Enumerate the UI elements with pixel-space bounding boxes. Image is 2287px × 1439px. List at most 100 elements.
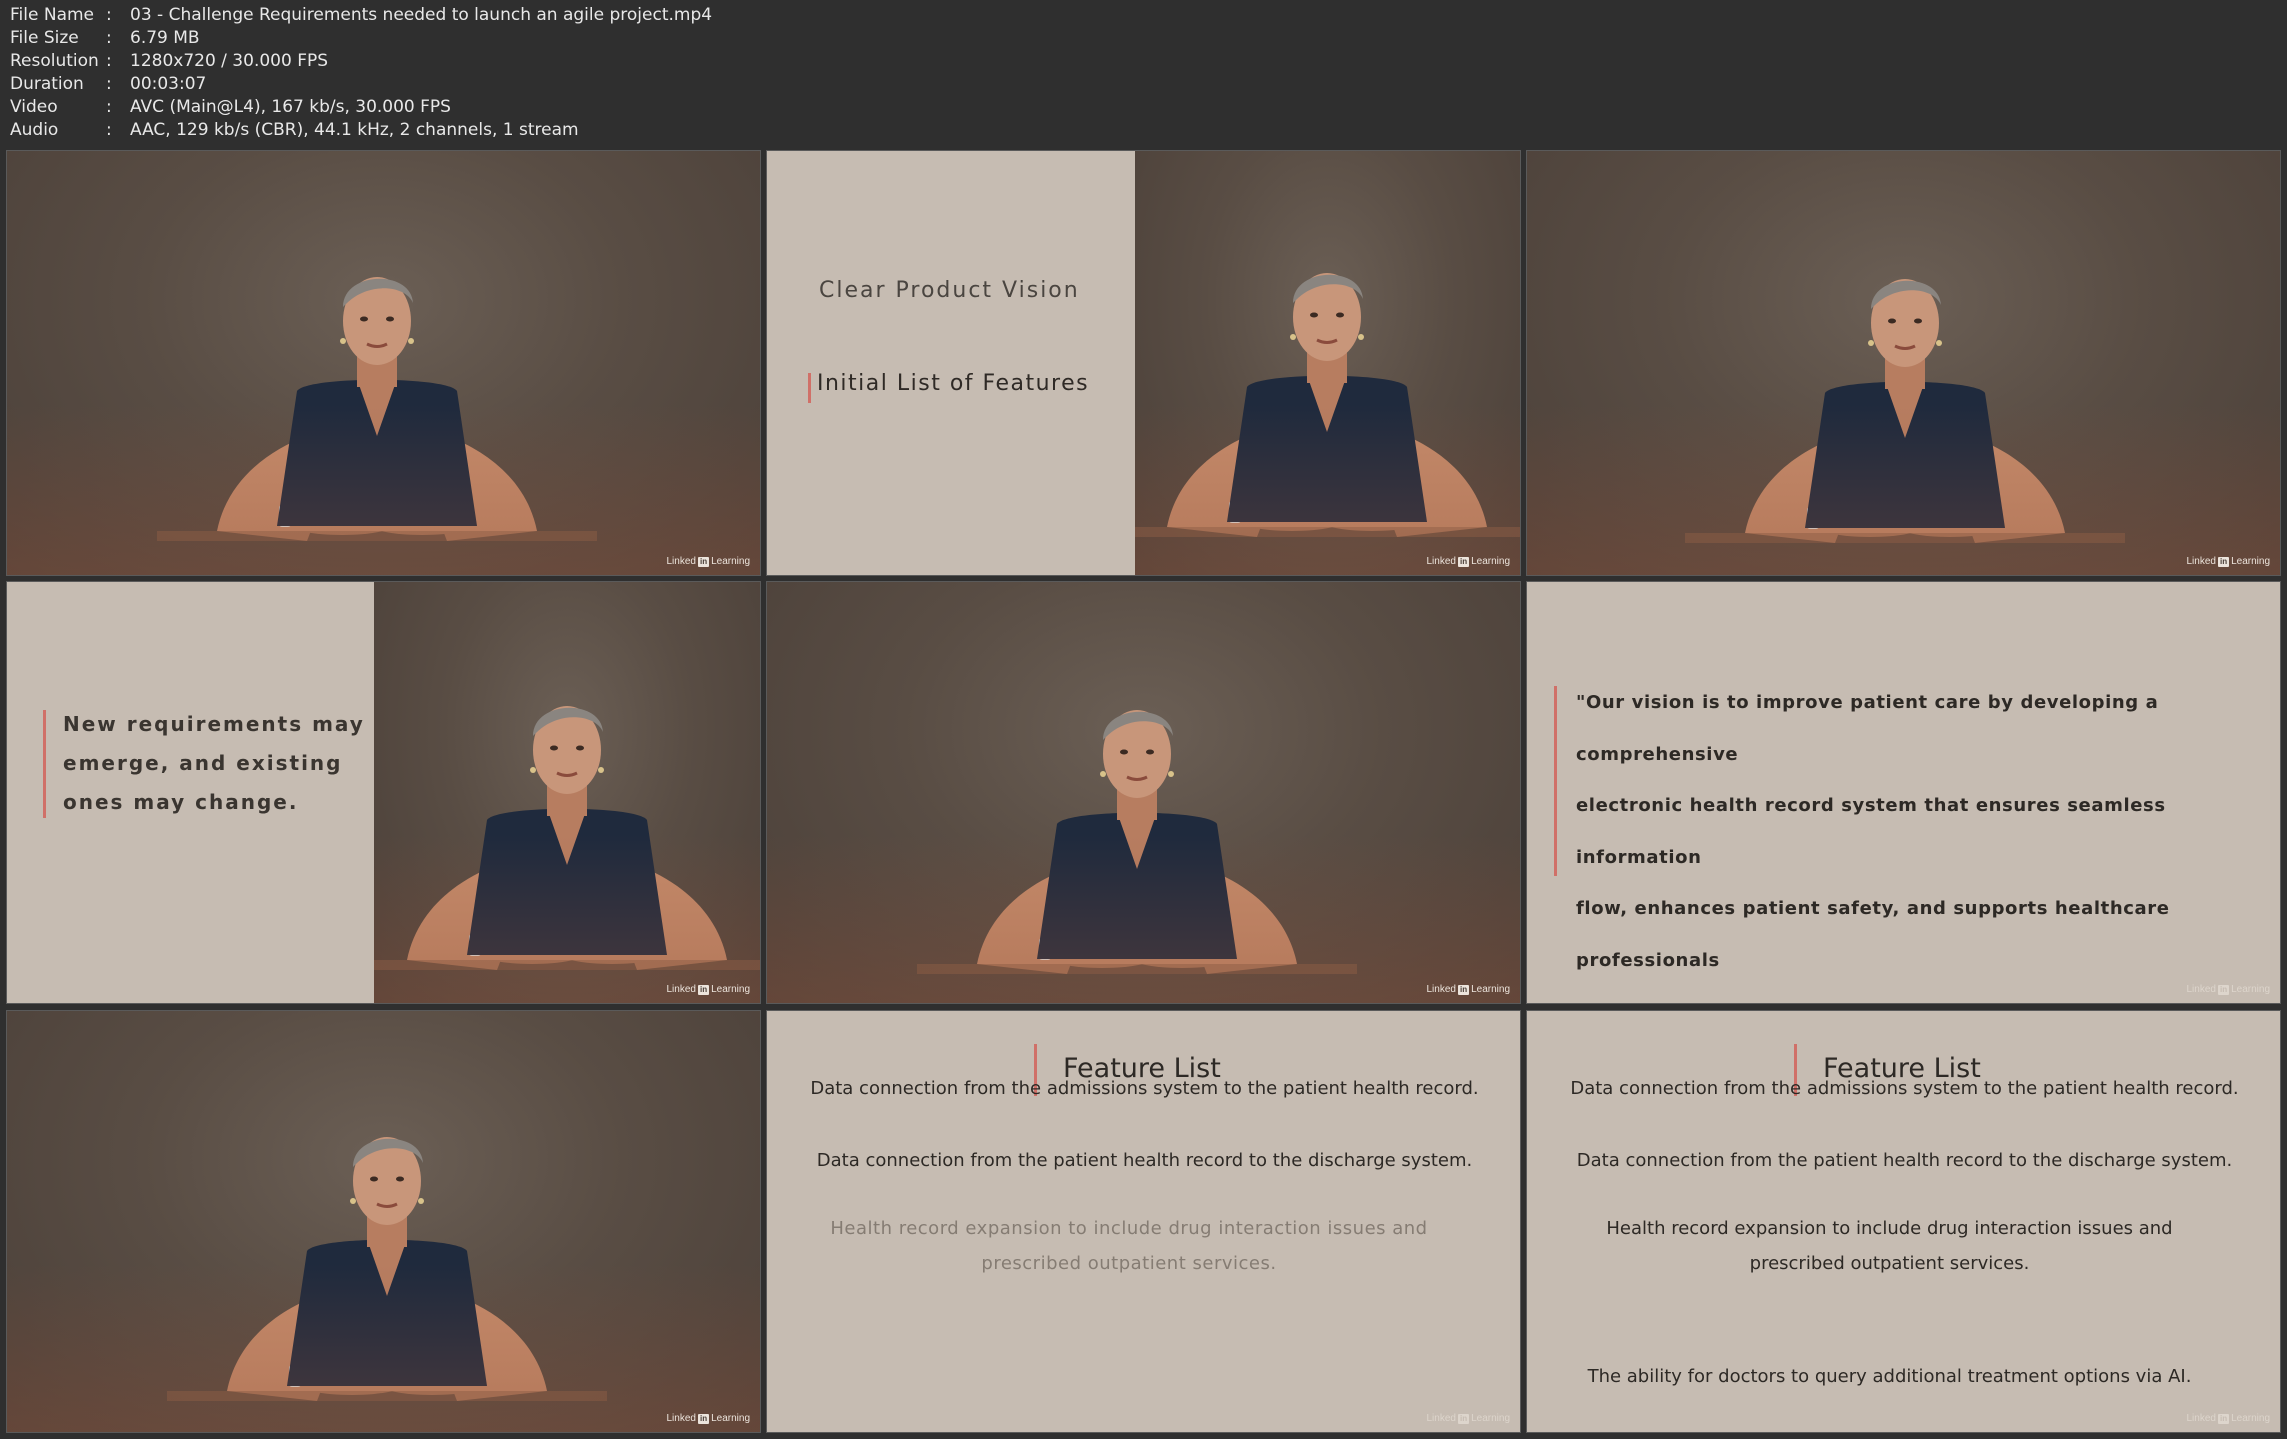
linkedin-learning-logo: Linked in Learning <box>2187 556 2271 567</box>
linkedin-learning-logo: Linked in Learning <box>667 556 751 567</box>
thumbnail-7[interactable]: Linked in Learning <box>6 1010 761 1433</box>
audio-value: AAC, 129 kb/s (CBR), 44.1 kHz, 2 channel… <box>130 120 579 140</box>
logo-in-badge: in <box>697 984 710 995</box>
logo-in-badge: in <box>1457 984 1470 995</box>
presenter-image <box>917 708 1357 974</box>
text-line: emerge, and existing <box>63 751 343 775</box>
logo-brand: Linked <box>666 1413 696 1424</box>
logo-in-badge: in <box>2217 556 2230 567</box>
accent-bar <box>808 373 811 403</box>
resolution-value: 1280x720 / 30.000 FPS <box>130 51 329 71</box>
logo-brand: Linked <box>2186 556 2216 567</box>
logo-product: Learning <box>1471 1413 1510 1424</box>
presenter-image <box>157 275 597 541</box>
slide-line-initial-features: Initial List of Features <box>817 371 1090 396</box>
slide-panel: Clear Product Vision Initial List of Fea… <box>767 151 1137 575</box>
feature-item: The ability for doctors to query additio… <box>1587 1366 2192 1387</box>
linkedin-learning-logo: Linked in Learning <box>2187 1413 2271 1424</box>
text-line: ones may change. <box>63 790 299 814</box>
linkedin-learning-logo: Linked in Learning <box>1427 984 1511 995</box>
resolution-key: Resolution <box>10 51 99 71</box>
logo-in-badge: in <box>697 556 710 567</box>
logo-in-badge: in <box>1457 556 1470 567</box>
file-info-row: Audio : AAC, 129 kb/s (CBR), 44.1 kHz, 2… <box>10 119 712 142</box>
text-line: electronic health record system that ens… <box>1576 795 2166 868</box>
separator: : <box>106 120 112 140</box>
audio-key: Audio <box>10 120 59 140</box>
text-line: prescribed outpatient services. <box>1749 1253 2030 1274</box>
video-value: AVC (Main@L4), 167 kb/s, 30.000 FPS <box>130 97 451 117</box>
file-name-key: File Name <box>10 5 95 25</box>
presenter-image <box>1135 271 1520 537</box>
video-key: Video <box>10 97 58 117</box>
logo-brand: Linked <box>2186 984 2216 995</box>
separator: : <box>106 51 112 71</box>
presenter-image <box>1685 277 2125 543</box>
logo-brand: Linked <box>1426 1413 1456 1424</box>
linkedin-learning-logo: Linked in Learning <box>1427 556 1511 567</box>
thumbnail-4[interactable]: New requirements may emerge, and existin… <box>6 581 761 1004</box>
thumbnail-6[interactable]: "Our vision is to improve patient care b… <box>1526 581 2281 1004</box>
file-info-row: File Name : 03 - Challenge Requirements … <box>10 4 712 27</box>
thumbnail-2[interactable]: Clear Product Vision Initial List of Fea… <box>766 150 1521 576</box>
feature-item-dimmed: Health record expansion to include drug … <box>767 1211 1491 1281</box>
logo-product: Learning <box>2231 984 2270 995</box>
file-size-value: 6.79 MB <box>130 28 200 48</box>
file-size-key: File Size <box>10 28 79 48</box>
feature-item: Data connection from the admissions syst… <box>810 1078 1479 1099</box>
logo-product: Learning <box>2231 1413 2270 1424</box>
logo-brand: Linked <box>666 556 696 567</box>
text-line: in making informed decisions." <box>1576 986 2280 1003</box>
thumbnail-8[interactable]: Feature List Data connection from the ad… <box>766 1010 1521 1433</box>
presenter-image <box>167 1135 607 1401</box>
video-panel <box>374 582 760 1003</box>
text-line: "Our vision is to improve patient care b… <box>1576 692 2159 765</box>
logo-product: Learning <box>1471 984 1510 995</box>
file-info-row: File Size : 6.79 MB <box>10 27 712 50</box>
feature-item: Data connection from the patient health … <box>1576 1150 2233 1171</box>
linkedin-learning-logo: Linked in Learning <box>667 984 751 995</box>
file-info-row: Video : AVC (Main@L4), 167 kb/s, 30.000 … <box>10 96 712 119</box>
file-name-value: 03 - Challenge Requirements needed to la… <box>130 5 713 25</box>
separator: : <box>106 97 112 117</box>
file-info-row: Resolution : 1280x720 / 30.000 FPS <box>10 50 712 73</box>
text-line: prescribed outpatient services. <box>981 1253 1277 1274</box>
separator: : <box>106 74 112 94</box>
linkedin-learning-logo: Linked in Learning <box>2187 984 2271 995</box>
slide-panel: New requirements may emerge, and existin… <box>7 582 376 1003</box>
thumbnail-1[interactable]: Linked in Learning <box>6 150 761 576</box>
duration-key: Duration <box>10 74 84 94</box>
text-line: Health record expansion to include drug … <box>830 1218 1428 1239</box>
file-info-panel: File Name : 03 - Challenge Requirements … <box>10 4 712 142</box>
file-info-row: Duration : 00:03:07 <box>10 73 712 96</box>
accent-bar <box>43 710 46 818</box>
logo-product: Learning <box>711 984 750 995</box>
vision-quote-text: "Our vision is to improve patient care b… <box>1576 677 2280 1003</box>
accent-bar <box>1554 686 1557 876</box>
logo-product: Learning <box>711 1413 750 1424</box>
presenter-image <box>374 704 760 970</box>
feature-item: Data connection from the patient health … <box>816 1150 1473 1171</box>
thumbnail-3[interactable]: Linked in Learning <box>1526 150 2281 576</box>
logo-in-badge: in <box>2217 1413 2230 1424</box>
logo-product: Learning <box>711 556 750 567</box>
logo-product: Learning <box>1471 556 1510 567</box>
linkedin-learning-logo: Linked in Learning <box>1427 1413 1511 1424</box>
requirements-change-text: New requirements may emerge, and existin… <box>63 705 365 822</box>
text-line: New requirements may <box>63 712 365 736</box>
logo-brand: Linked <box>2186 1413 2216 1424</box>
logo-in-badge: in <box>697 1413 710 1424</box>
logo-brand: Linked <box>1426 556 1456 567</box>
logo-in-badge: in <box>2217 984 2230 995</box>
thumbnail-9[interactable]: Feature List Data connection from the ad… <box>1526 1010 2281 1433</box>
logo-product: Learning <box>2231 556 2270 567</box>
logo-in-badge: in <box>1457 1413 1470 1424</box>
separator: : <box>106 5 112 25</box>
text-line: flow, enhances patient safety, and suppo… <box>1576 898 2170 971</box>
slide-line-clear-product-vision: Clear Product Vision <box>819 278 1080 303</box>
separator: : <box>106 28 112 48</box>
text-line: Health record expansion to include drug … <box>1606 1218 2173 1239</box>
video-panel <box>1135 151 1520 575</box>
feature-item: Health record expansion to include drug … <box>1527 1211 2252 1281</box>
thumbnail-5[interactable]: Linked in Learning <box>766 581 1521 1004</box>
